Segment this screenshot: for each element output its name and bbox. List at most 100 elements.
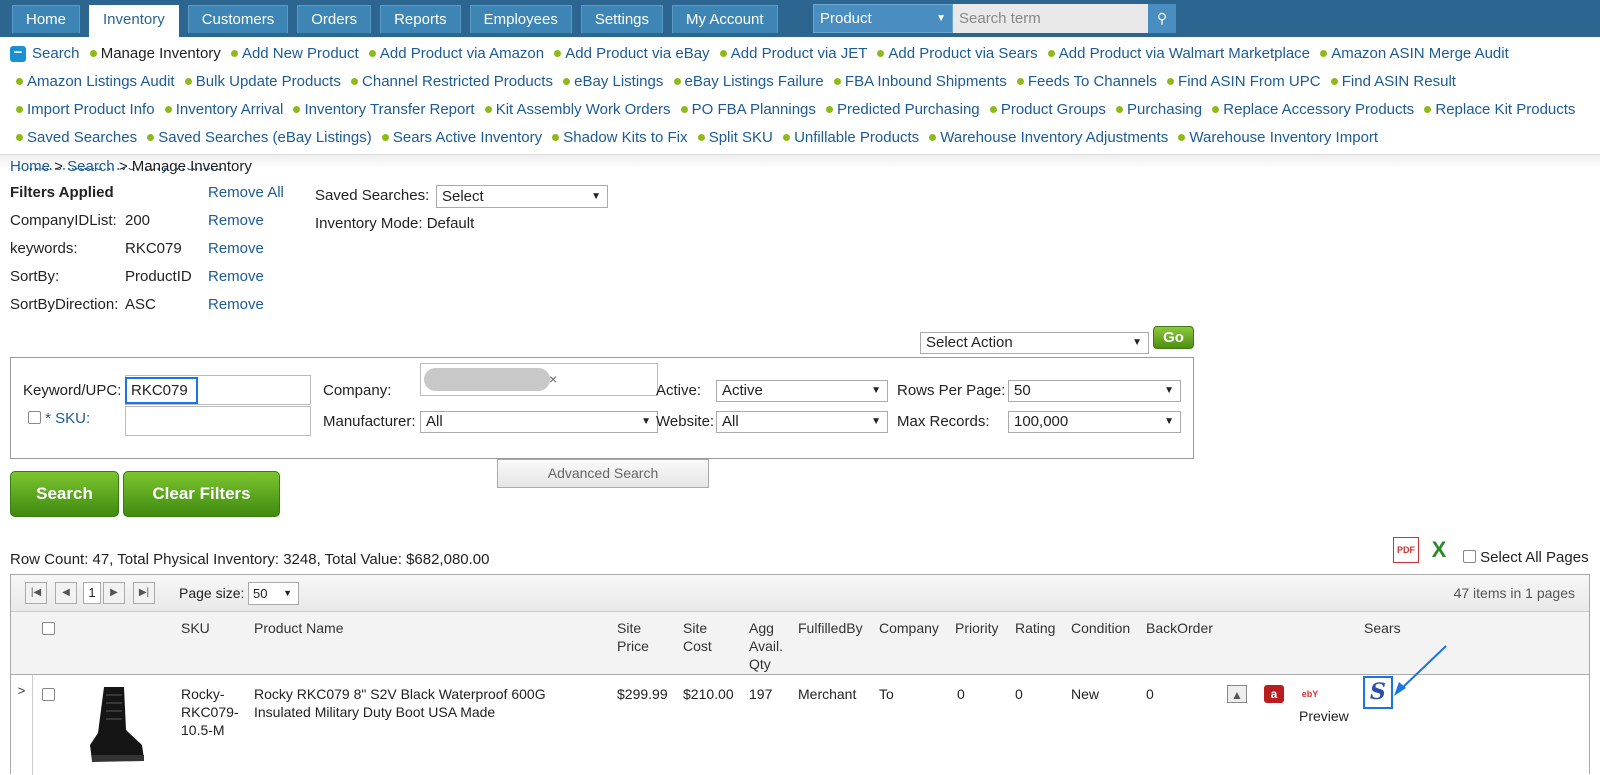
col-backorder[interactable]: BackOrder [1146,619,1213,637]
submenu-link[interactable]: Amazon Listings Audit [27,73,175,90]
keyword-input[interactable]: RKC079 [125,377,198,404]
submenu-link[interactable]: Find ASIN From UPC [1178,73,1321,90]
excel-export-icon[interactable]: X [1426,538,1452,562]
action-select[interactable]: Select Action ▼ [920,332,1149,354]
col-sku[interactable]: SKU [181,619,210,637]
sku-input[interactable] [125,406,311,436]
tab-home[interactable]: Home [12,5,81,33]
prev-page-icon[interactable]: ◀ [55,582,77,604]
col-company[interactable]: Company [879,619,939,637]
first-page-icon[interactable]: |◀ [25,582,47,604]
submenu-link[interactable]: PO FBA Plannings [692,101,816,118]
submenu-link[interactable]: Add Product via Amazon [380,45,544,62]
rows-per-page-select[interactable]: 50 ▼ [1008,380,1181,402]
submenu-link[interactable]: Add Product via Walmart Marketplace [1059,45,1310,62]
submenu-link[interactable]: Add Product via Sears [888,45,1037,62]
pdf-export-icon[interactable]: PDF [1393,537,1419,563]
submenu-link[interactable]: Manage Inventory [101,45,221,62]
submenu-link[interactable]: Saved Searches [27,129,137,146]
sku-label[interactable]: * SKU: [45,410,90,427]
sears-icon[interactable]: S [1363,676,1393,709]
submenu-link[interactable]: Add New Product [242,45,359,62]
remove-all-link[interactable]: Remove All [208,184,284,201]
cell-sku[interactable]: Rocky- RKC079- 10.5-M [181,685,239,739]
col-agg-qty[interactable]: Agg Avail. Qty [749,619,783,673]
table-row[interactable]: > Rocky- RKC079- 10.5-M Rocky RKC079 8" … [11,675,1589,775]
submenu-link[interactable]: Amazon ASIN Merge Audit [1331,45,1509,62]
submenu-link[interactable]: Shadow Kits to Fix [563,129,687,146]
submenu-link[interactable]: Kit Assembly Work Orders [496,101,671,118]
submenu-link[interactable]: Search [32,45,80,62]
submenu-link[interactable]: eBay Listings Failure [685,73,824,90]
current-page[interactable]: 1 [83,582,101,604]
row-checkbox[interactable] [42,688,55,701]
submenu-link[interactable]: Replace Accessory Products [1223,101,1414,118]
next-page-icon[interactable]: ▶ [103,582,125,604]
company-multiselect[interactable]: × [420,363,658,396]
last-page-icon[interactable]: ▶| [133,582,155,604]
submenu-link[interactable]: Add Product via JET [731,45,867,62]
submenu-link[interactable]: Predicted Purchasing [837,101,980,118]
col-site-cost[interactable]: Site Cost [683,619,712,655]
image-icon[interactable]: ▲ [1227,685,1247,703]
expand-row-icon[interactable]: > [11,675,33,775]
submenu-link[interactable]: Bulk Update Products [196,73,341,90]
remove-token-icon[interactable]: × [549,365,557,393]
page-size-select[interactable]: 50 ▼ [248,582,299,605]
submenu-link[interactable]: Purchasing [1127,101,1202,118]
remove-filter-link[interactable]: Remove [208,212,264,229]
submenu-link[interactable]: Inventory Arrival [176,101,284,118]
col-condition[interactable]: Condition [1071,619,1130,637]
max-records-select[interactable]: 100,000 ▼ [1008,411,1181,433]
clear-filters-button[interactable]: Clear Filters [123,471,280,517]
col-product-name[interactable]: Product Name [254,619,343,637]
preview-link[interactable]: Preview [1299,707,1349,725]
submenu-link[interactable]: Saved Searches (eBay Listings) [158,129,371,146]
amazon-icon[interactable]: a [1264,685,1284,703]
advanced-search-button[interactable]: Advanced Search [497,459,709,488]
manufacturer-select[interactable]: All ▼ [420,411,658,433]
submenu-link[interactable]: Channel Restricted Products [362,73,553,90]
col-rating[interactable]: Rating [1015,619,1055,637]
search-icon[interactable]: ⚲ [1148,4,1176,33]
submenu-link[interactable]: FBA Inbound Shipments [845,73,1007,90]
active-select[interactable]: Active ▼ [716,380,888,402]
search-button[interactable]: Search [10,471,119,517]
tab-my-account[interactable]: My Account [672,5,778,33]
breadcrumb-search[interactable]: Search [67,158,115,175]
col-priority[interactable]: Priority [955,619,999,637]
product-thumbnail[interactable] [84,685,146,765]
website-select[interactable]: All ▼ [716,411,888,433]
tab-settings[interactable]: Settings [580,5,664,33]
search-scope-select[interactable]: Product ▼ [813,4,953,33]
sku-checkbox[interactable] [28,411,41,424]
col-fulfilled-by[interactable]: FulfilledBy [798,619,863,637]
select-all-checkbox[interactable] [1463,550,1476,563]
remove-filter-link[interactable]: Remove [208,268,264,285]
submenu-link[interactable]: Product Groups [1001,101,1106,118]
breadcrumb-home[interactable]: Home [10,158,50,175]
submenu-link[interactable]: eBay Listings [574,73,663,90]
submenu-link[interactable]: Feeds To Channels [1028,73,1157,90]
collapse-icon[interactable]: − [10,45,26,62]
submenu-link[interactable]: Sears Active Inventory [393,129,542,146]
tab-reports[interactable]: Reports [380,5,461,33]
submenu-link[interactable]: Split SKU [709,129,773,146]
saved-searches-select[interactable]: Select ▼ [436,185,608,208]
tab-inventory[interactable]: Inventory [89,5,179,37]
submenu-link[interactable]: Replace Kit Products [1435,101,1575,118]
submenu-link[interactable]: Unfillable Products [794,129,919,146]
submenu-link[interactable]: Warehouse Inventory Adjustments [940,129,1168,146]
remove-filter-link[interactable]: Remove [208,240,264,257]
col-sears[interactable]: Sears [1364,619,1401,637]
ebay-icon[interactable]: ebY [1300,685,1320,703]
col-site-price[interactable]: Site Price [617,619,649,655]
remove-filter-link[interactable]: Remove [208,296,264,313]
tab-customers[interactable]: Customers [187,5,289,33]
header-checkbox[interactable] [42,622,55,635]
submenu-link[interactable]: Find ASIN Result [1342,73,1456,90]
search-term-input[interactable]: Search term [953,4,1149,33]
tab-orders[interactable]: Orders [297,5,372,33]
submenu-link[interactable]: Warehouse Inventory Import [1189,129,1378,146]
cell-product-name[interactable]: Rocky RKC079 8" S2V Black Waterproof 600… [254,685,546,721]
